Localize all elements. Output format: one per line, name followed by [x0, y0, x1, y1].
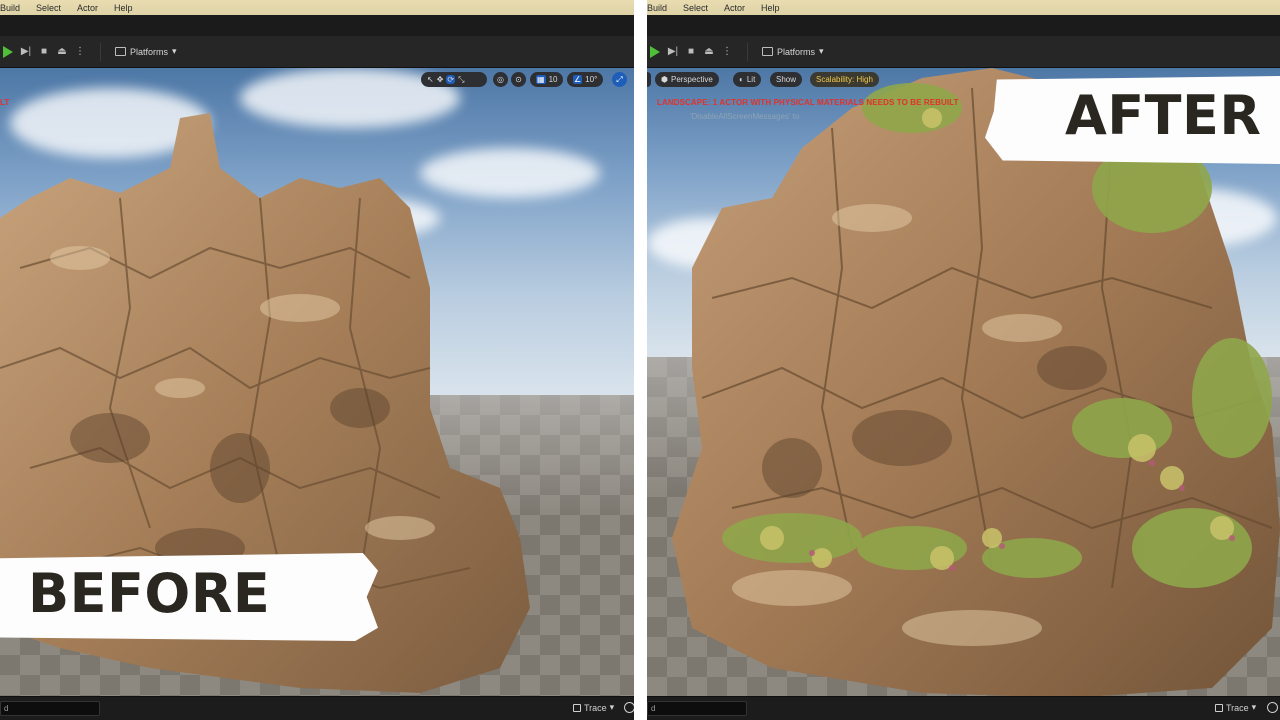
- platforms-label: Platforms: [777, 46, 816, 57]
- more-options-icon[interactable]: ⋮: [721, 46, 733, 58]
- menu-bar: Build Select Actor Help: [647, 0, 1280, 15]
- menu-select[interactable]: Select: [36, 3, 61, 13]
- chevron-down-icon: ▾: [1251, 702, 1257, 712]
- trace-button[interactable]: Trace ▾: [1215, 702, 1256, 713]
- play-icon[interactable]: [649, 45, 661, 58]
- grid-snap-icon: ▦: [536, 75, 546, 84]
- cube-icon: ⬢: [661, 75, 668, 84]
- menu-help[interactable]: Help: [761, 3, 780, 13]
- console-command-input[interactable]: d: [647, 701, 747, 716]
- platforms-icon: [115, 47, 126, 56]
- menu-actor[interactable]: Actor: [77, 3, 98, 13]
- settings-icon[interactable]: [624, 702, 634, 713]
- trace-label: Trace: [1226, 702, 1249, 713]
- status-bar: d Trace ▾: [647, 696, 1280, 720]
- platforms-label: Platforms: [130, 46, 169, 57]
- main-toolbar: ▶| ■ ⏏ ⋮ Platforms ▾: [0, 36, 634, 68]
- after-editor-panel: Build Select Actor Help ▶| ■ ⏏ ⋮ Platfor…: [647, 0, 1280, 720]
- after-label: AFTER: [1065, 84, 1262, 147]
- rotate-icon[interactable]: ⟳: [446, 75, 456, 84]
- tab-strip: [647, 15, 1280, 36]
- lit-label: Lit: [746, 75, 756, 84]
- menu-bar: Build Select Actor Help: [0, 0, 634, 15]
- chevron-down-icon: ▾: [172, 46, 177, 56]
- status-bar: d Trace ▾: [0, 696, 634, 720]
- lit-icon: ◐: [739, 75, 744, 84]
- step-forward-icon[interactable]: ▶|: [667, 46, 679, 58]
- scale-icon[interactable]: ⤡: [458, 75, 464, 85]
- rebuild-warning: LANDSCAPE: 1 ACTOR WITH PHYSICAL MATERIA…: [657, 98, 959, 107]
- toolbar-separator: [747, 42, 748, 61]
- menu-build[interactable]: Build: [0, 3, 20, 13]
- show-button[interactable]: Show: [770, 72, 803, 87]
- menu-build[interactable]: Build: [647, 3, 667, 13]
- scalability-label: Scalability: High: [816, 75, 873, 84]
- stop-icon[interactable]: ■: [685, 46, 697, 58]
- viewport-options-icon[interactable]: [647, 72, 651, 87]
- before-editor-panel: Build Select Actor Help ▶| ■ ⏏ ⋮ Platfor…: [0, 0, 634, 720]
- platforms-button[interactable]: Platforms ▾: [762, 46, 824, 57]
- chevron-down-icon: ▾: [819, 46, 824, 56]
- select-icon[interactable]: ↖: [427, 75, 434, 84]
- menu-actor[interactable]: Actor: [724, 3, 745, 13]
- chevron-down-icon: ▾: [609, 702, 615, 712]
- trace-label: Trace: [584, 702, 607, 713]
- trace-button[interactable]: Trace ▾: [573, 702, 614, 713]
- scale-snap-icon[interactable]: ⤢: [612, 72, 627, 87]
- main-toolbar: ▶| ■ ⏏ ⋮ Platforms ▾: [647, 36, 1280, 68]
- angle-snap-button[interactable]: ∠ 10°: [567, 72, 604, 87]
- angle-snap-icon: ∠: [573, 75, 583, 84]
- viewport-corner-text: LT: [0, 98, 10, 107]
- step-forward-icon[interactable]: ▶|: [20, 46, 32, 58]
- menu-help[interactable]: Help: [114, 3, 133, 13]
- angle-snap-value: 10°: [585, 75, 598, 84]
- platforms-button[interactable]: Platforms ▾: [115, 46, 177, 57]
- move-icon[interactable]: ✥: [437, 75, 444, 84]
- eject-icon[interactable]: ⏏: [56, 46, 68, 58]
- scalability-button[interactable]: Scalability: High: [810, 72, 879, 87]
- eject-icon[interactable]: ⏏: [703, 46, 715, 58]
- toolbar-separator: [100, 42, 101, 61]
- lit-button[interactable]: ◐ Lit: [733, 72, 762, 87]
- perspective-label: Perspective: [670, 75, 713, 84]
- more-options-icon[interactable]: ⋮: [74, 46, 86, 58]
- tab-strip: [0, 15, 634, 36]
- screen-message: 'DisableAllScreenMessages' to: [690, 112, 800, 121]
- perspective-button[interactable]: ⬢ Perspective: [655, 72, 719, 87]
- stop-icon[interactable]: ■: [38, 46, 50, 58]
- world-space-icon[interactable]: ◎: [493, 72, 508, 87]
- console-command-input[interactable]: d: [0, 701, 100, 716]
- grid-snap-value: 10: [548, 75, 558, 84]
- platforms-icon: [762, 47, 773, 56]
- settings-icon[interactable]: [1267, 702, 1278, 713]
- show-label: Show: [776, 75, 797, 84]
- panel-divider: [634, 0, 647, 720]
- surface-snap-icon[interactable]: ⊙: [511, 72, 526, 87]
- transform-tools[interactable]: ↖ ✥ ⟳ ⤡: [421, 72, 487, 87]
- play-icon[interactable]: [2, 45, 14, 58]
- trace-icon: [1215, 703, 1223, 712]
- trace-icon: [573, 703, 581, 712]
- menu-select[interactable]: Select: [683, 3, 708, 13]
- grid-snap-button[interactable]: ▦ 10: [530, 72, 564, 87]
- before-label: BEFORE: [28, 562, 271, 625]
